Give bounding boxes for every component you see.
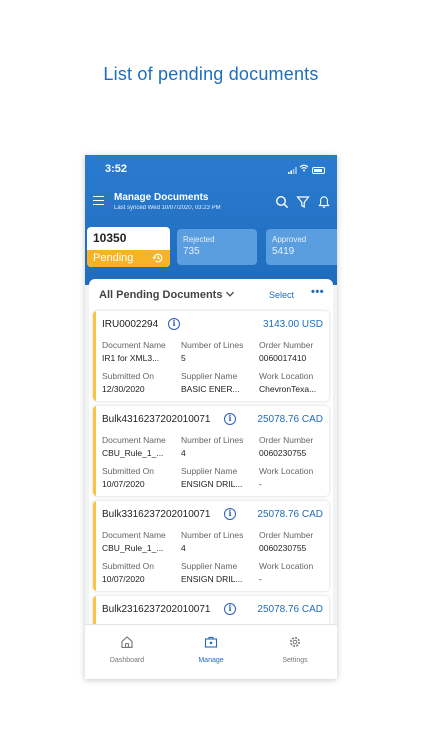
document-name-label: Document Name: [102, 435, 166, 445]
document-name-label: Document Name: [102, 340, 166, 350]
tab-label: Dashboard: [109, 657, 145, 664]
work-location-value: ChevronTexa...: [259, 384, 317, 394]
list-header: All Pending Documents Select •••: [89, 279, 333, 311]
supplier-name-value: ENSIGN DRIL...: [181, 574, 243, 584]
document-card[interactable]: IRU0002294 i 3143.00 USD Document Name I…: [93, 311, 329, 401]
page-title: Manage Documents: [114, 192, 209, 203]
gear-icon: [290, 637, 300, 647]
work-location-value: -: [259, 479, 262, 489]
document-amount: 25078.76 CAD: [257, 509, 323, 520]
pending-tile[interactable]: 10350 Pending: [87, 227, 170, 267]
document-name-value: IR1 for XML3...: [102, 353, 160, 363]
tab-label: Settings: [282, 657, 308, 664]
approved-count: 5419: [272, 246, 295, 257]
document-amount: 25078.76 CAD: [257, 414, 323, 425]
briefcase-icon: [204, 636, 218, 648]
status-bar: 3:52: [85, 161, 337, 179]
pending-accent: [93, 311, 96, 401]
document-id: Bulk3316237202010071: [102, 509, 211, 520]
app-topbar: 3:52 Manage Documents Last synced Wed 10…: [85, 155, 337, 285]
order-number-value: 0060230755: [259, 448, 307, 458]
work-location-label: Work Location: [259, 466, 314, 476]
pending-bar: Pending: [87, 250, 170, 267]
work-location-label: Work Location: [259, 371, 314, 381]
rejected-tile[interactable]: Rejected 735: [177, 229, 257, 265]
pending-label: Pending: [93, 252, 134, 264]
document-card[interactable]: Bulk3316237202010071 i 25078.76 CAD Docu…: [93, 501, 329, 591]
home-icon: [121, 636, 133, 648]
signal-icon: [288, 167, 297, 174]
supplier-name-value: ENSIGN DRIL...: [181, 479, 243, 489]
approved-tile[interactable]: Approved 5419: [266, 229, 337, 265]
tab-manage[interactable]: Manage: [169, 625, 253, 679]
search-icon[interactable]: [275, 195, 289, 209]
number-of-lines-value: 5: [181, 353, 186, 363]
document-id: Bulk2316237202010071: [102, 604, 211, 615]
submitted-on-value: 10/07/2020: [102, 574, 145, 584]
status-tiles: 10350 Pending Rejected 735 Approved 5419: [85, 227, 337, 271]
document-name-value: CBU_Rule_1_...: [102, 543, 164, 553]
info-icon[interactable]: i: [168, 318, 180, 330]
document-id: IRU0002294: [102, 319, 159, 330]
order-number-value: 0060230755: [259, 543, 307, 553]
tab-dashboard[interactable]: Dashboard: [85, 625, 169, 679]
document-name-value: CBU_Rule_1_...: [102, 448, 164, 458]
pending-count: 10350: [93, 231, 127, 245]
submitted-on-value: 10/07/2020: [102, 479, 145, 489]
menu-icon[interactable]: [93, 196, 104, 205]
document-name-label: Document Name: [102, 530, 166, 540]
document-id: Bulk4316237202010071: [102, 414, 211, 425]
work-location-value: -: [259, 574, 262, 584]
info-icon[interactable]: i: [224, 413, 236, 425]
tab-label: Manage: [198, 657, 224, 664]
history-icon: [152, 253, 163, 263]
status-time: 3:52: [105, 163, 128, 175]
number-of-lines-label: Number of Lines: [181, 435, 244, 445]
number-of-lines-value: 4: [181, 543, 186, 553]
phone-screen: 3:52 Manage Documents Last synced Wed 10…: [85, 155, 337, 679]
tab-settings[interactable]: Settings: [253, 625, 337, 679]
order-number-label: Order Number: [259, 340, 314, 350]
tab-bar: Dashboard Manage Settings: [85, 624, 337, 679]
documents-panel: All Pending Documents Select ••• IRU0002…: [89, 279, 333, 679]
more-button[interactable]: •••: [311, 286, 324, 298]
order-number-label: Order Number: [259, 530, 314, 540]
work-location-label: Work Location: [259, 561, 314, 571]
list-title[interactable]: All Pending Documents: [99, 289, 222, 301]
number-of-lines-value: 4: [181, 448, 186, 458]
supplier-name-label: Supplier Name: [181, 371, 238, 381]
document-amount: 25078.76 CAD: [257, 604, 323, 615]
bell-icon[interactable]: [317, 195, 331, 209]
select-button[interactable]: Select: [269, 290, 294, 300]
number-of-lines-label: Number of Lines: [181, 530, 244, 540]
page-caption: List of pending documents: [103, 64, 319, 84]
chevron-down-icon[interactable]: [225, 289, 235, 299]
rejected-count: 735: [183, 246, 200, 257]
order-number-value: 0060017410: [259, 353, 307, 363]
pending-accent: [93, 501, 96, 591]
app-header: Manage Documents Last synced Wed 10/07/2…: [85, 191, 337, 217]
number-of-lines-label: Number of Lines: [181, 340, 244, 350]
document-amount: 3143.00 USD: [262, 319, 323, 330]
order-number-label: Order Number: [259, 435, 314, 445]
submitted-on-label: Submitted On: [102, 561, 154, 571]
submitted-on-label: Submitted On: [102, 371, 154, 381]
wifi-icon: [299, 164, 309, 172]
supplier-name-label: Supplier Name: [181, 466, 238, 476]
supplier-name-value: BASIC ENER...: [181, 384, 240, 394]
rejected-label: Rejected: [183, 235, 215, 244]
approved-label: Approved: [272, 235, 307, 244]
info-icon[interactable]: i: [224, 508, 236, 520]
supplier-name-label: Supplier Name: [181, 561, 238, 571]
submitted-on-label: Submitted On: [102, 466, 154, 476]
filter-icon[interactable]: [296, 195, 310, 209]
pending-accent: [93, 406, 96, 496]
last-synced: Last synced Wed 10/07/2020, 03:23 PM: [114, 205, 221, 211]
document-card[interactable]: Bulk4316237202010071 i 25078.76 CAD Docu…: [93, 406, 329, 496]
submitted-on-value: 12/30/2020: [102, 384, 145, 394]
info-icon[interactable]: i: [224, 603, 236, 615]
battery-icon: [312, 167, 325, 174]
